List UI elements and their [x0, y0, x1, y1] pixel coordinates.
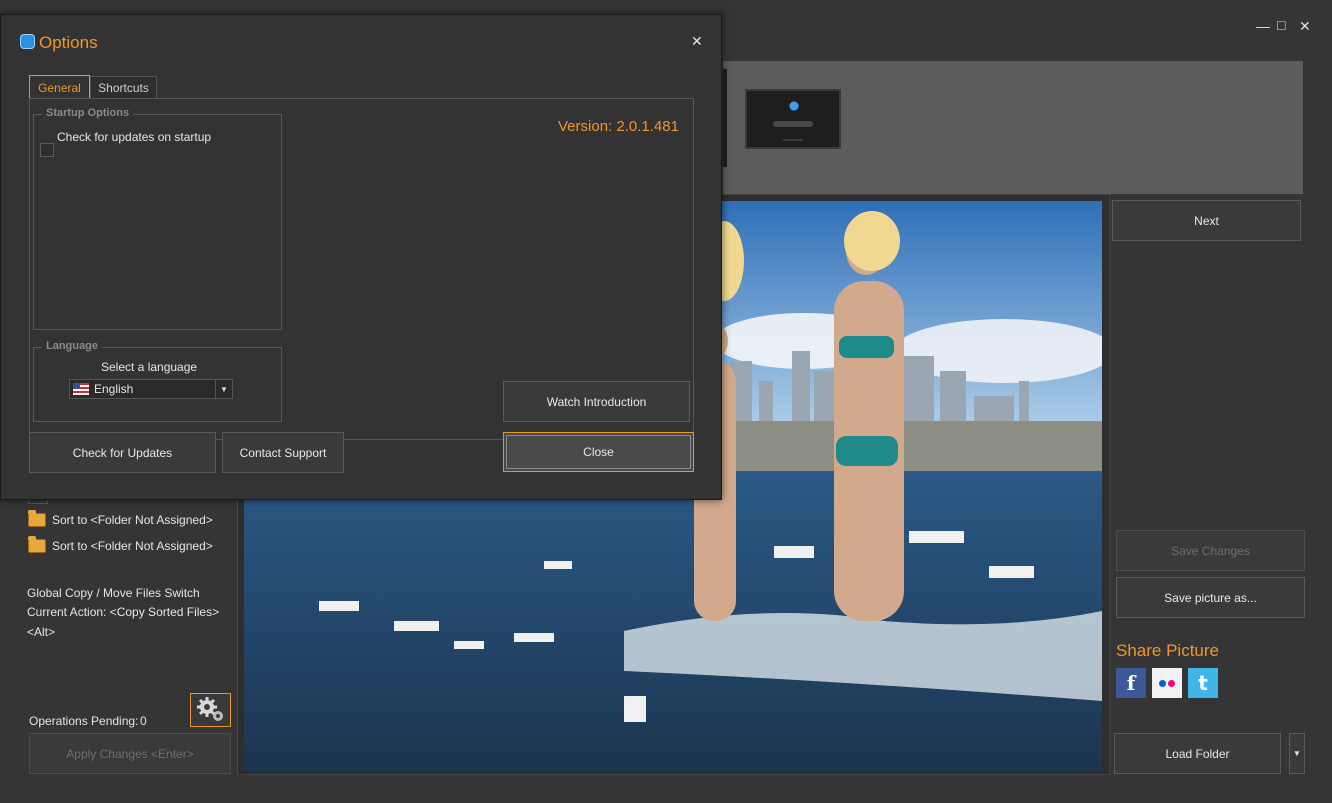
switch-shortcut: <Alt> [27, 625, 56, 639]
thumbnail[interactable] [745, 89, 841, 149]
folder-icon [28, 510, 46, 527]
close-button[interactable]: Close [503, 432, 694, 472]
thumbnail-line [783, 139, 803, 141]
check-for-updates-button[interactable]: Check for Updates [29, 432, 216, 473]
sort-row[interactable]: Sort to <Folder Not Assigned> [28, 536, 213, 556]
check-updates-label[interactable]: Check for updates on startup [57, 130, 211, 144]
apply-changes-button: Apply Changes <Enter> [29, 733, 231, 774]
check-updates-checkbox[interactable] [40, 143, 54, 157]
save-changes-button: Save Changes [1116, 530, 1305, 571]
version-text: Version: 2.0.1.481 [558, 118, 679, 135]
language-value: English [94, 382, 134, 396]
next-button[interactable]: Next [1112, 200, 1301, 241]
load-folder-button[interactable]: Load Folder [1114, 733, 1281, 774]
switch-title: Global Copy / Move Files Switch [27, 586, 200, 600]
folder-icon [28, 536, 46, 553]
options-dialog: Options ✕ General Shortcuts Startup Opti… [0, 14, 722, 500]
chevron-down-icon[interactable]: ▼ [1289, 733, 1305, 774]
group-label: Language [42, 340, 102, 352]
app-logo-icon [785, 97, 803, 115]
watch-introduction-button[interactable]: Watch Introduction [503, 381, 690, 422]
chevron-down-icon[interactable]: ▼ [215, 380, 232, 398]
close-icon[interactable]: ✕ [691, 33, 703, 50]
save-picture-as-button[interactable]: Save picture as... [1116, 577, 1305, 618]
contact-support-button[interactable]: Contact Support [222, 432, 344, 473]
app-icon [20, 34, 35, 49]
flickr-icon[interactable] [1152, 668, 1182, 698]
group-label: Startup Options [42, 107, 134, 119]
sort-row[interactable]: Sort to <Folder Not Assigned> [28, 510, 213, 530]
tab-shortcuts[interactable]: Shortcuts [90, 76, 157, 98]
sort-row-label: Sort to <Folder Not Assigned> [52, 539, 213, 553]
language-select[interactable]: English ▼ [69, 379, 233, 399]
current-action[interactable]: Current Action: <Copy Sorted Files> [27, 605, 219, 619]
operations-pending-label: Operations Pending: [29, 714, 139, 728]
facebook-icon[interactable]: f [1116, 668, 1146, 698]
minimize-icon[interactable]: — [1256, 18, 1270, 34]
startup-options-group: Startup Options [33, 107, 282, 330]
select-language-label: Select a language [101, 360, 198, 374]
dialog-title: Options [39, 33, 98, 52]
settings-button[interactable] [190, 693, 231, 727]
us-flag-icon [73, 383, 89, 395]
sort-row-label: Sort to <Folder Not Assigned> [52, 513, 213, 527]
twitter-icon[interactable]: t [1188, 668, 1218, 698]
gears-icon [196, 697, 223, 721]
close-icon[interactable]: ✕ [1299, 18, 1311, 35]
share-picture-title: Share Picture [1116, 641, 1219, 660]
thumbnail-edge [723, 69, 727, 167]
tab-general[interactable]: General [29, 75, 90, 99]
maximize-icon[interactable]: □ [1277, 17, 1285, 33]
operations-pending-count: 0 [140, 714, 147, 728]
thumbnail-bar [773, 121, 813, 127]
